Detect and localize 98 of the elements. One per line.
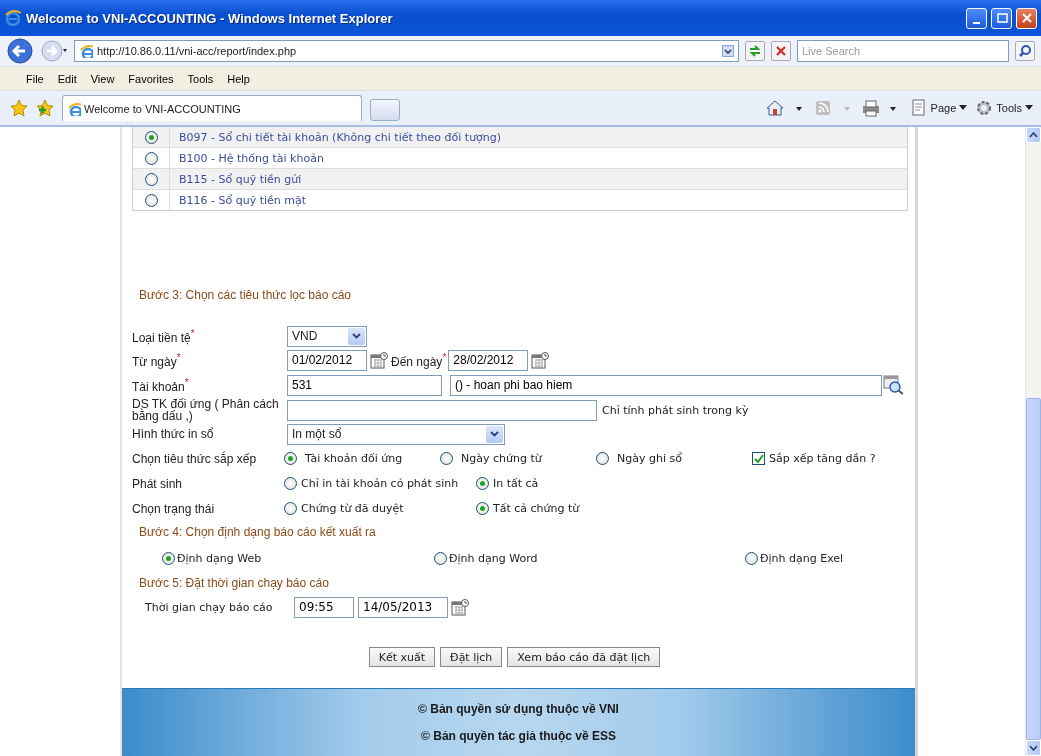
refresh-icon <box>748 44 762 58</box>
time-field[interactable]: 09:55 <box>294 596 354 618</box>
close-icon <box>1019 11 1034 25</box>
field-label: Đến ngày$^{*}$ <box>391 351 447 369</box>
command-button[interactable]: Page <box>930 102 957 114</box>
search-button[interactable] <box>1015 41 1035 61</box>
gear-icon <box>975 99 994 117</box>
radio-button[interactable] <box>284 452 297 465</box>
maximize-icon <box>994 11 1009 25</box>
menu-item[interactable]: Help <box>227 72 250 85</box>
calendar-icon[interactable] <box>451 598 469 616</box>
report-name[interactable]: B115 - Sổ quỹ tiền gửi <box>170 169 302 189</box>
radio-button[interactable] <box>440 452 453 465</box>
caret-icon <box>959 105 968 111</box>
radio-button[interactable] <box>596 452 609 465</box>
account-name-field[interactable]: () - hoan phi bao hiem <box>449 374 883 396</box>
close-button[interactable] <box>1016 7 1037 29</box>
scrollbar[interactable] <box>1025 127 1041 756</box>
field-label: Từ ngày$^{*}$ <box>132 351 182 369</box>
browser-tab[interactable]: Welcome to VNI-ACCOUNTING <box>62 95 362 121</box>
radio-button[interactable] <box>284 477 297 490</box>
option-label: Định dạng Web <box>177 551 262 565</box>
section-heading: Bước 3: Chọn các tiêu thức lọc báo cáo <box>138 288 353 304</box>
option-label: Chỉ in tài khoản có phát sinh <box>301 477 459 490</box>
calendar-icon[interactable] <box>531 351 550 369</box>
minimize-icon <box>973 21 980 24</box>
action-button[interactable]: Đặt lịch <box>440 647 503 667</box>
scroll-up-icon[interactable] <box>1029 132 1038 138</box>
back-button[interactable] <box>6 37 34 65</box>
add-favorite-icon[interactable] <box>36 99 54 117</box>
option-label: Chứng từ đã duyệt <box>301 502 404 515</box>
option-label: Ngày chứng từ <box>461 452 542 465</box>
radio-button[interactable] <box>476 502 489 515</box>
report-name[interactable]: B100 - Hệ thống tài khoản <box>170 148 324 168</box>
field-label: Phát sinh <box>132 476 184 491</box>
option-label: Tất cả chứng từ <box>493 502 580 515</box>
field-label: Thời gian chạy báo cáo <box>145 600 274 614</box>
field-label: Tài khoản$^{*}$ <box>132 376 190 394</box>
date-field[interactable]: 14/05/2013 <box>358 596 448 618</box>
copyright-text: © Bản quyền tác giả thuộc về ESS <box>421 729 616 744</box>
action-button[interactable]: Kết xuất <box>368 647 436 667</box>
refresh-button[interactable] <box>745 41 765 61</box>
date-field[interactable]: 01/02/2012 <box>287 349 367 371</box>
calendar-icon[interactable] <box>370 351 388 369</box>
contra-account-field[interactable] <box>287 399 597 421</box>
field-label: Loại tiền tệ$^{*}$ <box>132 327 196 345</box>
option-label: Ngày ghi sổ <box>617 452 682 465</box>
report-name[interactable]: B116 - Sổ quỹ tiền mặt <box>170 190 307 210</box>
option-label: Tài khoản đối ứng <box>305 452 403 465</box>
radio-button[interactable] <box>144 130 158 144</box>
radio-button[interactable] <box>144 172 158 186</box>
date-field[interactable]: 28/02/2012 <box>448 349 529 371</box>
menu-item[interactable]: Favorites <box>128 72 174 85</box>
field-label: Chọn tiêu thức sắp xếp <box>132 451 258 466</box>
stop-button[interactable] <box>771 41 791 61</box>
maximize-button[interactable] <box>991 7 1012 29</box>
field-label: DS TK đối ứng ( Phân cách bằng dấu ,) <box>132 398 280 422</box>
command-button[interactable]: Tools <box>996 102 1022 114</box>
print-form-select[interactable]: In một sổ <box>287 423 505 445</box>
option-label: In tất cả <box>493 477 539 490</box>
option-label: Sắp xếp tăng dần ? <box>769 452 876 465</box>
radio-button[interactable] <box>144 151 158 165</box>
stop-icon <box>774 44 788 58</box>
field-label: Chọn trạng thái <box>132 501 216 516</box>
window-title: Welcome to VNI-ACCOUNTING - Windows Internet Explorer <box>26 10 394 26</box>
action-button[interactable]: Xem báo cáo đã đặt lịch <box>507 647 661 667</box>
minimize-button[interactable] <box>966 7 987 29</box>
checkbox[interactable] <box>752 452 765 465</box>
menu-item[interactable]: View <box>90 72 115 85</box>
radio-button[interactable] <box>745 551 758 565</box>
account-field[interactable]: 531 <box>287 374 442 396</box>
browser-icon <box>4 9 22 27</box>
menu-item[interactable]: Tools <box>187 72 214 85</box>
radio-button[interactable] <box>476 477 489 490</box>
address-field[interactable]: http://10.86.0.11/vni-acc/report/index.php <box>74 40 739 62</box>
caret-icon <box>1025 105 1033 111</box>
option-label: Định dạng Exel <box>760 551 844 565</box>
search-field[interactable]: Live Search <box>797 40 1009 62</box>
radio-button[interactable] <box>144 193 158 207</box>
radio-button[interactable] <box>434 551 447 565</box>
favorites-star-icon[interactable] <box>10 99 28 117</box>
scroll-down-icon[interactable] <box>1029 745 1038 751</box>
section-heading: Bước 5: Đặt thời gian chạy báo cáo <box>138 575 330 592</box>
page-icon <box>67 101 81 116</box>
menu-item[interactable]: File <box>26 72 44 85</box>
radio-button[interactable] <box>284 502 297 515</box>
page-icon <box>909 99 928 117</box>
menu-item[interactable]: Edit <box>57 72 77 85</box>
lookup-icon[interactable] <box>883 375 905 395</box>
page-icon <box>79 44 93 58</box>
search-icon <box>1018 44 1032 58</box>
option-label: Định dạng Word <box>449 551 538 565</box>
section-heading: Bước 4: Chọn định dạng báo cáo kết xuất ra <box>138 524 377 541</box>
copyright-text: © Bản quyền sử dụng thuộc về VNI <box>418 701 619 716</box>
currency-select[interactable]: VND <box>287 325 367 347</box>
field-label: Hình thức in sổ <box>132 427 215 441</box>
hint-text: Chỉ tính phát sinh trong kỳ <box>602 403 749 417</box>
radio-button[interactable] <box>162 551 175 565</box>
